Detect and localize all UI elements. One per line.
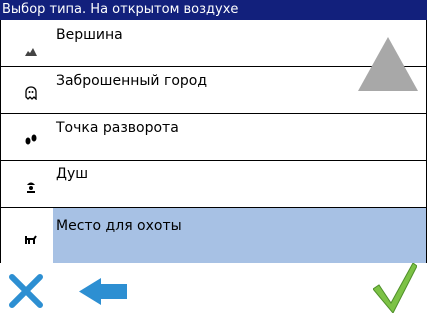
- hunting-icon: [21, 232, 41, 248]
- selection-highlight: [53, 208, 426, 263]
- list-item-turnaround[interactable]: Точка разворота: [1, 114, 426, 161]
- trailhead-icon: [21, 132, 41, 148]
- close-icon: [9, 274, 43, 308]
- shower-icon: [21, 179, 41, 195]
- window-title: Выбор типа. На открытом воздухе: [0, 0, 427, 20]
- checkmark-icon: [372, 262, 418, 314]
- list-item-label: Вершина: [56, 27, 123, 43]
- back-arrow-icon: [79, 278, 127, 305]
- type-list: Вершина Заброшенный город Точка разворот…: [0, 20, 427, 263]
- cancel-button[interactable]: [9, 274, 43, 308]
- summit-icon: [21, 44, 41, 60]
- ghost-town-icon: [21, 85, 41, 101]
- list-item-shower[interactable]: Душ: [1, 161, 426, 208]
- scroll-up-button[interactable]: [358, 37, 418, 91]
- scroll-up-arrow-icon: [358, 37, 418, 91]
- list-item-label: Точка разворота: [56, 120, 179, 136]
- list-item-hunting[interactable]: Место для охоты: [1, 208, 426, 263]
- ok-button[interactable]: [372, 262, 418, 314]
- list-item-label: Душ: [56, 166, 89, 182]
- list-item-label: Место для охоты: [56, 218, 182, 234]
- back-button[interactable]: [79, 278, 127, 305]
- bottom-toolbar: [0, 262, 427, 314]
- list-item-label: Заброшенный город: [56, 73, 208, 89]
